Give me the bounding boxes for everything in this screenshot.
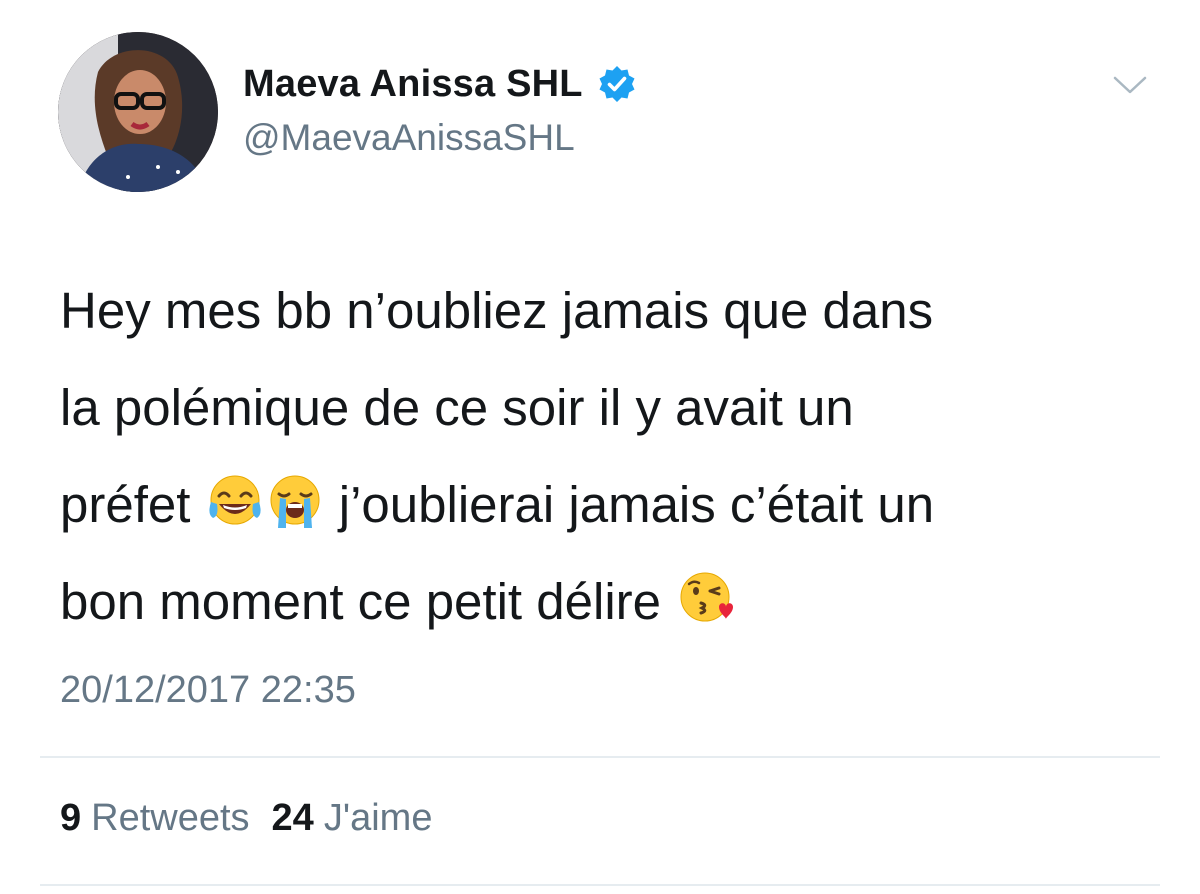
tweet-text-line: bon moment ce petit délire [60, 553, 1160, 650]
user-name-row: Maeva Anissa SHL [243, 58, 637, 110]
likes-stat[interactable]: 24 J'aime [272, 797, 433, 840]
tweet-text-segment: la polémique de ce soir il y avait un [60, 379, 854, 436]
tweet-stats: 9 Retweets 24 J'aime [60, 797, 432, 840]
divider [40, 756, 1160, 758]
tweet-card: Maeva Anissa SHL @MaevaAnissaSHL Hey mes… [0, 0, 1200, 894]
tweet-text-segment: Hey mes bb n’oubliez jamais que dans [60, 282, 934, 339]
avatar[interactable] [58, 32, 218, 192]
tweet-text-segment: bon moment ce petit délire [60, 573, 676, 630]
avatar-image [58, 32, 218, 192]
tweet-timestamp[interactable]: 20/12/2017 22:35 [60, 669, 356, 712]
likes-label: J'aime [323, 797, 433, 839]
tweet-text-segment: préfet [60, 476, 205, 533]
tweet-text-line: préfet j’oublierai jamais c’était un [60, 456, 1160, 553]
chevron-down-icon[interactable] [1110, 70, 1150, 100]
retweets-count: 9 [60, 797, 82, 839]
display-name[interactable]: Maeva Anissa SHL [243, 63, 583, 106]
verified-badge-icon [597, 64, 637, 104]
loudly-crying-face-icon [265, 472, 325, 532]
tweet-text-line: la polémique de ce soir il y avait un [60, 359, 1160, 456]
tweet-text-segment: j’oublierai jamais c’était un [324, 476, 935, 533]
face-with-tears-of-joy-icon [205, 472, 265, 532]
tweet-text: Hey mes bb n’oubliez jamais que dans la p… [60, 262, 1160, 650]
tweet-text-line: Hey mes bb n’oubliez jamais que dans [60, 262, 1160, 359]
likes-count: 24 [271, 797, 314, 839]
user-handle[interactable]: @MaevaAnissaSHL [243, 117, 575, 159]
retweets-stat[interactable]: 9 Retweets [60, 797, 250, 840]
divider [40, 884, 1160, 886]
face-blowing-a-kiss-icon [675, 569, 735, 629]
retweets-label: Retweets [91, 797, 250, 839]
